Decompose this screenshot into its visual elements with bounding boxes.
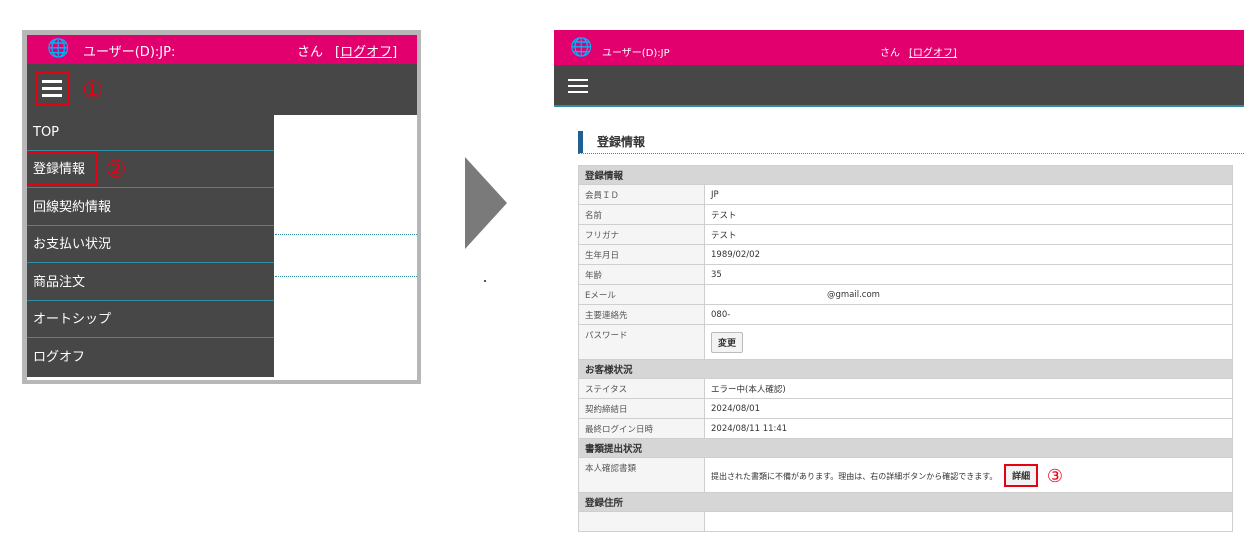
email-value: @gmail.com (827, 289, 880, 300)
row-value: テスト (704, 224, 1233, 245)
highlight-box (27, 152, 98, 185)
document-notice: 提出された書類に不備があります。理由は、右の詳細ボタンから確認できます。 (711, 471, 998, 481)
arrow-right-icon (465, 157, 507, 249)
menu-item-autoship[interactable]: オートシップ (27, 302, 274, 338)
honorific-label: さん (880, 48, 900, 59)
group-header: 登録住所 (578, 492, 1233, 512)
row-label: 会員ＩＤ (578, 184, 705, 205)
dot (484, 280, 486, 282)
step-marker-2: ② (105, 155, 127, 183)
menu-item-order[interactable]: 商品注文 (27, 265, 274, 301)
hamburger-menu-icon[interactable] (568, 78, 588, 94)
change-password-button[interactable]: 変更 (711, 331, 744, 353)
user-id-label: ユーザー(D):JP (602, 48, 670, 59)
menu-item-line-contract[interactable]: 回線契約情報 (27, 190, 274, 226)
left-screenshot: 🌐 ユーザー(D):JP: さん [ログオフ] ① TOP 登録情報 回線契約情… (27, 35, 417, 380)
table-row: 生年月日 1989/02/02 (578, 244, 1233, 265)
table-row: 契約締結日 2024/08/01 (578, 398, 1233, 419)
row-value: 35 (704, 264, 1233, 285)
row-label: ステイタス (578, 378, 705, 399)
top-header-bar: 🌐 ユーザー(D):JP: さん [ログオフ] (27, 35, 417, 64)
table-row (578, 511, 1233, 532)
menu-item-top[interactable]: TOP (27, 115, 274, 151)
nav-bar: ① (27, 64, 417, 115)
step-marker-3: ③ (1046, 465, 1063, 487)
row-value: 080- (704, 304, 1233, 325)
row-label: パスワード (578, 324, 705, 360)
menu-item-logout[interactable]: ログオフ (27, 340, 274, 376)
table-row: パスワード 変更 (578, 324, 1233, 360)
honorific-label: さん (297, 45, 324, 60)
row-label: 最終ログイン日時 (578, 418, 705, 439)
logout-link[interactable]: [ログオフ] (909, 44, 957, 59)
row-label: 契約締結日 (578, 398, 705, 419)
row-label: 本人確認書類 (578, 457, 705, 493)
table-row: Eメール @gmail.com (578, 284, 1233, 305)
row-value: 2024/08/11 11:41 (704, 418, 1233, 439)
table-row: 最終ログイン日時 2024/08/11 11:41 (578, 418, 1233, 439)
table-row: ステイタス エラー中(本人確認) (578, 378, 1233, 399)
row-value (704, 511, 1233, 532)
dropdown-menu: TOP 登録情報 回線契約情報 お支払い状況 商品注文 オートシップ ログオフ … (27, 115, 274, 377)
row-value: JP (704, 184, 1233, 205)
row-label: 年齢 (578, 264, 705, 285)
table-row: 名前 テスト (578, 204, 1233, 225)
table-row: 年齢 35 (578, 264, 1233, 285)
user-id-label: ユーザー(D):JP: (83, 45, 176, 60)
section-accent-bar (578, 131, 583, 153)
nav-bar (554, 65, 1244, 107)
globe-icon: 🌐 (47, 38, 70, 59)
top-header-bar: 🌐 ユーザー(D):JP さん [ログオフ] (554, 30, 1244, 65)
row-value: @gmail.com (704, 284, 1233, 305)
row-value: 提出された書類に不備があります。理由は、右の詳細ボタンから確認できます。 詳細 … (704, 457, 1233, 493)
row-label: Eメール (578, 284, 705, 305)
row-value: 2024/08/01 (704, 398, 1233, 419)
menu-item-payment[interactable]: お支払い状況 (27, 227, 274, 263)
divider (275, 234, 417, 235)
table-row: 会員ＩＤ JP (578, 184, 1233, 205)
details-button[interactable]: 詳細 (1004, 463, 1039, 487)
table-row: フリガナ テスト (578, 224, 1233, 245)
step-marker-1: ① (82, 76, 104, 104)
table-row: 本人確認書類 提出された書類に不備があります。理由は、右の詳細ボタンから確認でき… (578, 457, 1233, 493)
divider (275, 276, 417, 277)
globe-icon: 🌐 (570, 37, 593, 58)
registration-info-table: 登録情報 会員ＩＤ JP 名前 テスト フリガナ テスト 生年月日 1989/02/02… (578, 165, 1233, 532)
row-value: 変更 (704, 324, 1233, 360)
logout-link[interactable]: [ログオフ] (335, 41, 397, 60)
row-value: テスト (704, 204, 1233, 225)
table-row: 主要連絡先 080- (578, 304, 1233, 325)
hamburger-menu-icon[interactable] (35, 71, 69, 105)
divider (578, 153, 1244, 154)
section-title: 登録情報 (597, 135, 646, 149)
row-value: エラー中(本人確認) (704, 378, 1233, 399)
group-header: お客様状況 (578, 359, 1233, 379)
row-value: 1989/02/02 (704, 244, 1233, 265)
row-label: フリガナ (578, 224, 705, 245)
row-label: 生年月日 (578, 244, 705, 265)
row-label (578, 511, 705, 532)
row-label: 名前 (578, 204, 705, 225)
group-header: 書類提出状況 (578, 438, 1233, 458)
row-label: 主要連絡先 (578, 304, 705, 325)
group-header: 登録情報 (578, 165, 1233, 185)
